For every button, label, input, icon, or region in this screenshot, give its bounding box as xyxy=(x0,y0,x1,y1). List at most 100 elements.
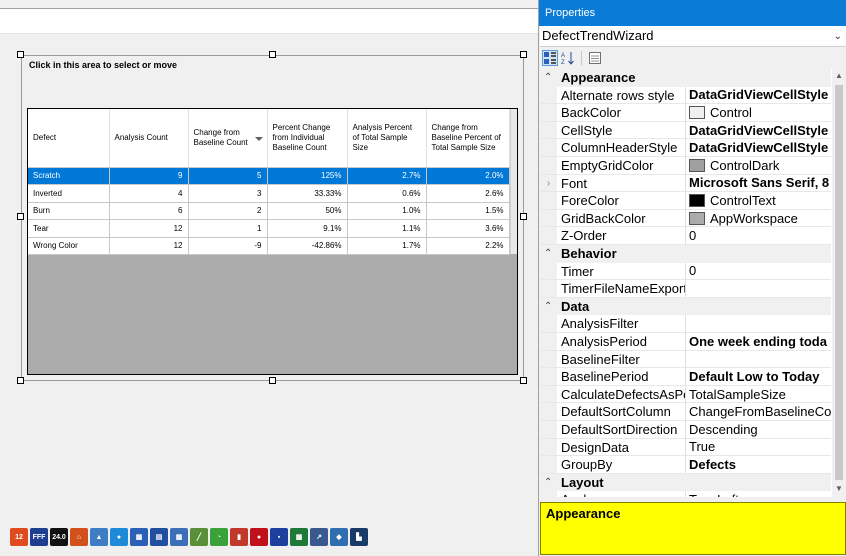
defect-data-grid[interactable]: Defect Analysis Count Change from Baseli… xyxy=(27,108,518,375)
table-cell[interactable]: 3 xyxy=(188,184,268,203)
table-cell[interactable]: Inverted xyxy=(28,184,110,203)
table-cell[interactable]: 1.5% xyxy=(426,202,510,220)
resize-handle-bottom[interactable] xyxy=(269,377,276,384)
table-row[interactable]: Tear 12 1 9.1% 1.1% 3.6% xyxy=(28,219,510,238)
property-row[interactable]: BaselinePeriod Default Low to Today xyxy=(540,368,831,386)
property-row[interactable]: AnalysisPeriod One week ending toda xyxy=(540,333,831,351)
scroll-up-icon[interactable]: ▲ xyxy=(835,71,843,80)
property-value[interactable]: ChangeFromBaselineCou xyxy=(689,403,831,420)
table-cell[interactable]: 2 xyxy=(188,202,268,220)
resize-handle-bottom-right[interactable] xyxy=(520,377,527,384)
gauge-icon[interactable]: ◔ xyxy=(210,528,228,546)
table-cell[interactable]: 9 xyxy=(109,167,189,185)
table-cell[interactable]: 6 xyxy=(109,202,189,220)
property-grid[interactable]: ⌃ Appearance Alternate rows style DataGridV… xyxy=(540,69,846,497)
table-cell[interactable]: -42.86% xyxy=(267,237,348,255)
scroll-down-icon[interactable]: ▼ xyxy=(835,484,843,493)
column-header-change-from-baseline-count[interactable]: Change from Baseline Count xyxy=(188,109,268,168)
table-cell[interactable]: 1.7% xyxy=(347,237,427,255)
table-cell[interactable]: Wrong Color xyxy=(28,237,110,255)
property-row[interactable]: Timer 0 xyxy=(540,262,831,281)
property-value[interactable]: Descending xyxy=(689,421,831,438)
resize-handle-right[interactable] xyxy=(520,213,527,220)
categorized-icon[interactable] xyxy=(542,50,558,66)
property-value[interactable]: Microsoft Sans Serif, 8 xyxy=(689,175,831,192)
property-category[interactable]: ⌃ Appearance xyxy=(540,69,831,87)
table-cell[interactable]: 2.6% xyxy=(426,184,510,203)
property-row[interactable]: AnchorTop, Left xyxy=(540,491,831,497)
scatter-icon[interactable]: ▪ xyxy=(270,528,288,546)
table-cell[interactable]: 2.7% xyxy=(347,167,427,185)
table-cell[interactable]: Burn xyxy=(28,202,110,220)
collapse-chevron-icon[interactable]: ⌃ xyxy=(544,474,552,491)
property-value[interactable]: 0 xyxy=(689,263,831,280)
table-icon[interactable]: ▦ xyxy=(130,528,148,546)
stop-icon[interactable]: ● xyxy=(250,528,268,546)
property-category[interactable]: ⌃ Behavior xyxy=(540,245,831,263)
property-row[interactable]: ForeColor ControlText xyxy=(540,192,831,210)
property-row[interactable]: Z-Order 0 xyxy=(540,227,831,245)
property-grid-scrollbar[interactable]: ▲ ▼ xyxy=(832,69,846,497)
column-header-percent-change[interactable]: Percent Change from Individual Baseline … xyxy=(267,109,348,168)
property-row[interactable]: AnalysisFilter xyxy=(540,315,831,333)
property-value[interactable]: True xyxy=(689,439,831,456)
calendar-icon[interactable]: 12 xyxy=(10,528,28,546)
table-row[interactable]: Burn 6 2 50% 1.0% 1.5% xyxy=(28,202,510,220)
table-cell[interactable]: 2.0% xyxy=(426,167,510,185)
column-header-analysis-count[interactable]: Analysis Count xyxy=(109,109,189,168)
resize-handle-top[interactable] xyxy=(269,51,276,58)
table-cell[interactable]: 4 xyxy=(109,184,189,203)
property-row[interactable]: CalculateDefectsAsPe TotalSampleSize xyxy=(540,385,831,404)
designer-surface[interactable]: Click in this area to select or move Def… xyxy=(0,0,538,556)
table-row[interactable]: Wrong Color 12 -9 -42.86% 1.7% 2.2% xyxy=(28,237,510,255)
table-cell[interactable]: 3.6% xyxy=(426,219,510,238)
alphabetical-sort-icon[interactable]: AZ xyxy=(560,50,576,66)
property-row[interactable]: GroupBy Defects xyxy=(540,456,831,474)
property-row[interactable]: EmptyGridColor ControlDark xyxy=(540,157,831,175)
line-chart-icon[interactable]: ╱ xyxy=(190,528,208,546)
property-value[interactable]: DataGridViewCellStyle xyxy=(689,87,831,104)
property-row[interactable]: BackColor Control xyxy=(540,104,831,122)
property-pages-icon[interactable] xyxy=(587,50,603,66)
property-value[interactable]: ControlText xyxy=(689,192,831,209)
collapse-chevron-icon[interactable]: ⌃ xyxy=(544,245,552,262)
property-value[interactable]: TotalSampleSize xyxy=(689,386,831,403)
table-cell[interactable]: 125% xyxy=(267,167,348,185)
column-header-analysis-percent[interactable]: Analysis Percent of Total Sample Size xyxy=(347,109,427,168)
property-row[interactable]: ColumnHeaderStyle DataGridViewCellStyle xyxy=(540,139,831,157)
resize-handle-left[interactable] xyxy=(17,213,24,220)
column-header-defect[interactable]: Defect xyxy=(28,109,110,168)
table-cell[interactable]: 2.2% xyxy=(426,237,510,255)
property-value[interactable]: 0 xyxy=(689,227,831,244)
trend-chart-icon[interactable]: ↗ xyxy=(310,528,328,546)
python-icon[interactable]: ◆ xyxy=(330,528,348,546)
property-category[interactable]: ⌃ Layout xyxy=(540,473,831,492)
table-cell[interactable]: 1.0% xyxy=(347,202,427,220)
bar-chart-icon[interactable]: ▙ xyxy=(350,528,368,546)
property-row[interactable]: Alternate rows style DataGridViewCellStyl… xyxy=(540,86,831,105)
property-category[interactable]: ⌃ Data xyxy=(540,297,831,316)
expand-chevron-icon[interactable]: › xyxy=(540,174,557,192)
table-row[interactable]: Inverted 4 3 33.33% 0.6% 2.6% xyxy=(28,184,510,203)
property-value[interactable] xyxy=(689,351,831,368)
table-cell[interactable]: 5 xyxy=(188,167,268,185)
block-grid-icon[interactable]: ▦ xyxy=(290,528,308,546)
grid-icon[interactable]: ▤ xyxy=(150,528,168,546)
property-value[interactable]: One week ending toda xyxy=(689,333,831,350)
table-cell[interactable]: Scratch xyxy=(28,167,110,185)
table-cell[interactable]: -9 xyxy=(188,237,268,255)
select-move-hint[interactable]: Click in this area to select or move xyxy=(29,60,177,70)
property-value[interactable]: Control xyxy=(689,104,831,121)
table-cell[interactable]: 0.6% xyxy=(347,184,427,203)
resize-handle-top-left[interactable] xyxy=(17,51,24,58)
property-row[interactable]: CellStyle DataGridViewCellStyle xyxy=(540,121,831,140)
table-cell[interactable]: 9.1% xyxy=(267,219,348,238)
property-value[interactable]: Top, Left xyxy=(689,491,831,497)
table-cell[interactable]: 1.1% xyxy=(347,219,427,238)
property-row[interactable]: › Font Microsoft Sans Serif, 8 xyxy=(540,174,831,193)
object-selector-dropdown[interactable]: DefectTrendWizard ⌄ xyxy=(540,26,846,47)
property-value[interactable] xyxy=(689,280,831,297)
property-row[interactable]: DefaultSortDirection Descending xyxy=(540,421,831,439)
property-value[interactable]: Default Low to Today xyxy=(689,368,831,385)
property-value[interactable]: ControlDark xyxy=(689,157,831,174)
